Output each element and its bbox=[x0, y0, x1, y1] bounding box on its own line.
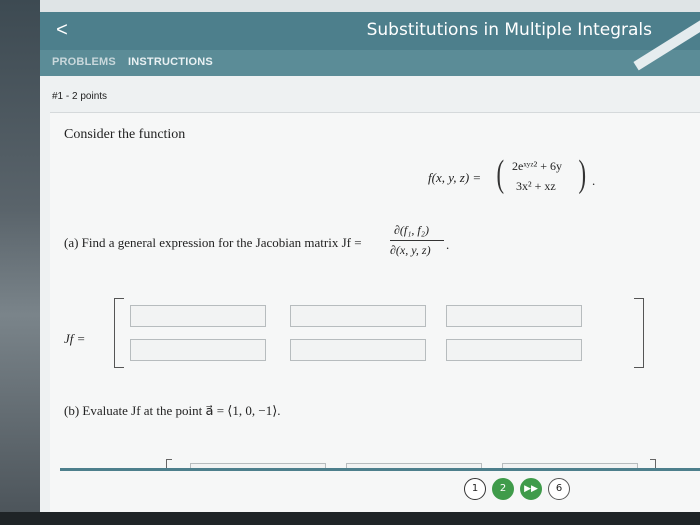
part-a-prompt: (a) Find a general expression for the Ja… bbox=[64, 235, 362, 250]
function-definition: f(x, y, z) = ( 2eˣʸᶻ² + 6y 3x² + xz ) . bbox=[428, 155, 608, 195]
vector-component-2: 3x² + xz bbox=[516, 179, 556, 193]
problem-intro: Consider the function bbox=[64, 127, 186, 142]
fraction-denominator: ∂(x, y, z) bbox=[390, 243, 431, 257]
tab-instructions[interactable]: INSTRUCTIONS bbox=[128, 56, 213, 68]
function-lhs: f(x, y, z) = bbox=[428, 170, 482, 185]
tab-bar: PROBLEMS INSTRUCTIONS bbox=[40, 50, 700, 76]
top-strip bbox=[40, 0, 700, 12]
content-divider bbox=[60, 468, 700, 471]
fraction-period: . bbox=[446, 237, 450, 252]
page-button-last[interactable]: 6 bbox=[548, 478, 570, 500]
matrix-input-r2c2[interactable] bbox=[290, 339, 426, 361]
vector-component-1: 2eˣʸᶻ² + 6y bbox=[512, 159, 563, 173]
function-period: . bbox=[592, 173, 596, 188]
page-title: Substitutions in Multiple Integrals bbox=[366, 20, 652, 40]
background-left-edge bbox=[0, 0, 40, 525]
app-screen: < Substitutions in Multiple Integrals PR… bbox=[40, 0, 700, 512]
left-paren: ( bbox=[496, 153, 505, 195]
fraction-numerator: ∂(f₁, f₂) bbox=[394, 223, 429, 237]
next-page-icon[interactable]: ▶▶ bbox=[520, 478, 542, 500]
matrix-input-r2c3[interactable] bbox=[446, 339, 582, 361]
jacobian-fraction: ∂(f₁, f₂) ∂(x, y, z) bbox=[390, 223, 446, 263]
problem-points: #1 - 2 points bbox=[52, 91, 108, 102]
part-b-prompt: (b) Evaluate Jf at the point a⃗ = ⟨1, 0,… bbox=[64, 403, 281, 418]
chevron-left-icon: < bbox=[56, 19, 68, 41]
right-paren: ) bbox=[578, 153, 587, 195]
background-bottom-edge bbox=[0, 512, 700, 525]
matrix-left-bracket bbox=[114, 298, 124, 368]
jacobian-label: Jf = bbox=[64, 331, 86, 346]
matrix-input-r1c3[interactable] bbox=[446, 305, 582, 327]
back-button[interactable]: < bbox=[50, 18, 74, 42]
tab-problems[interactable]: PROBLEMS bbox=[52, 56, 116, 68]
matrix-input-r1c2[interactable] bbox=[290, 305, 426, 327]
matrix-input-r2c1[interactable] bbox=[130, 339, 266, 361]
matrix-right-bracket bbox=[634, 298, 644, 368]
problem-card: Consider the function f(x, y, z) = ( 2eˣ… bbox=[50, 112, 700, 512]
page-button-1[interactable]: 1 bbox=[464, 478, 486, 500]
matrix-input-r1c1[interactable] bbox=[130, 305, 266, 327]
fraction-bar bbox=[390, 240, 444, 241]
app-header: < Substitutions in Multiple Integrals bbox=[40, 12, 700, 50]
page-button-2[interactable]: 2 bbox=[492, 478, 514, 500]
